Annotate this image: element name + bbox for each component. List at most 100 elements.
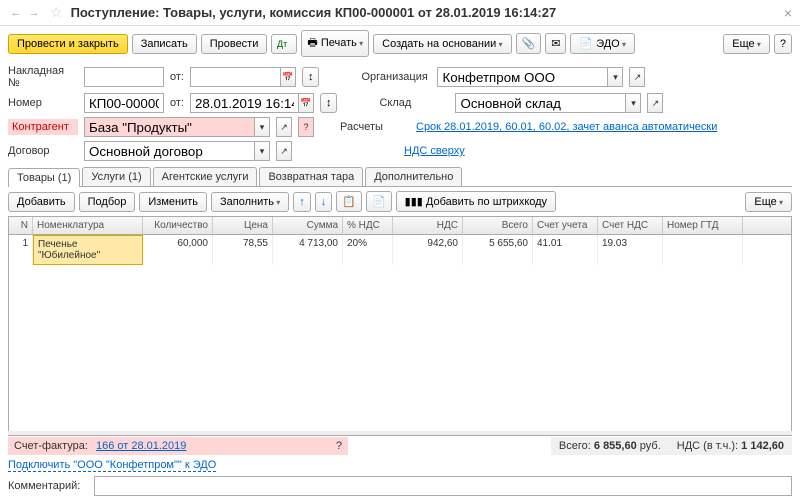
dt-kt-button[interactable]: Дт [271,34,297,54]
col-n[interactable]: N [9,217,33,234]
table-row[interactable]: 1 Печенье "Юбилейное" 60,000 78,55 4 713… [9,235,791,265]
col-nomenclature[interactable]: Номенклатура [33,217,143,234]
from-label-1: от: [170,71,184,83]
vat-total-value: 1 142,60 [741,440,784,452]
open-warehouse-button[interactable]: ↗ [647,93,663,113]
cell-nomenclature[interactable]: Печенье "Юбилейное" [33,235,143,265]
col-price[interactable]: Цена [213,217,273,234]
cell-n: 1 [9,235,33,265]
help-button[interactable]: ? [774,34,792,54]
add-barcode-button[interactable]: ▮▮▮ Добавить по штрихкоду [396,191,556,212]
calc-link[interactable]: Срок 28.01.2019, 60.01, 60.02, зачет ава… [416,121,717,133]
invoice-sf-label: Счет-фактура: [14,440,88,452]
org-input[interactable] [437,67,607,87]
attach-button[interactable]: 📎 [516,33,542,54]
edit-row-button[interactable]: Изменить [139,192,207,212]
tab-agent[interactable]: Агентские услуги [153,167,258,186]
dropdown-icon-3[interactable]: ▾ [254,117,270,137]
invoice-sf-link[interactable]: 166 от 28.01.2019 [96,440,186,452]
cell-account[interactable]: 41.01 [533,235,598,265]
create-based-button[interactable]: Создать на основании [373,34,511,54]
warehouse-label: Склад [379,97,449,109]
dropdown-icon-2[interactable]: ▾ [625,93,641,113]
calc-label: Расчеты [340,121,410,133]
invoice-help-icon[interactable]: ? [336,440,342,452]
cell-sum[interactable]: 4 713,00 [273,235,343,265]
grid-header: N Номенклатура Количество Цена Сумма % Н… [9,217,791,235]
counterparty-input[interactable] [84,117,254,137]
cell-vat-account[interactable]: 19.03 [598,235,663,265]
tab-returnable[interactable]: Возвратная тара [259,167,363,186]
fill-button[interactable]: Заполнить [211,192,289,212]
total-label: Всего: [559,440,591,452]
post-button[interactable]: Провести [201,34,268,54]
open-org-button[interactable]: ↗ [629,67,645,87]
window-title: Поступление: Товары, услуги, комиссия КП… [71,5,784,20]
contract-label: Договор [8,145,78,157]
expand-button-2[interactable]: ↕ [320,93,338,113]
tab-goods[interactable]: Товары (1) [8,168,80,187]
grid-more-button[interactable]: Еще [745,192,792,212]
cell-qty[interactable]: 60,000 [143,235,213,265]
dropdown-icon-4[interactable]: ▾ [254,141,270,161]
mail-button[interactable]: ✉ [545,33,566,54]
invoice-no-label: Накладная № [8,65,78,89]
number-input[interactable] [84,93,164,113]
currency: руб. [640,440,661,452]
cell-price[interactable]: 78,55 [213,235,273,265]
col-vat[interactable]: % НДС [343,217,393,234]
add-row-button[interactable]: Добавить [8,192,75,212]
tabs: Товары (1) Услуги (1) Агентские услуги В… [8,167,792,187]
calendar-icon-2[interactable]: 📅 [298,93,314,113]
cell-total[interactable]: 5 655,60 [463,235,533,265]
contract-input[interactable] [84,141,254,161]
date-input[interactable] [190,93,298,113]
print-button[interactable]: 🖶 Печать [301,30,369,57]
pick-button[interactable]: Подбор [79,192,136,212]
edo-button[interactable]: 📄 ЭДО [570,33,635,54]
nav-back-icon[interactable]: ← [8,5,24,21]
expand-button-1[interactable]: ↕ [302,67,320,87]
more-button[interactable]: Еще [723,34,770,54]
cell-vat[interactable]: 20% [343,235,393,265]
comment-input[interactable] [94,476,792,496]
col-sum[interactable]: Сумма [273,217,343,234]
col-vat-amount[interactable]: НДС [393,217,463,234]
calendar-icon[interactable]: 📅 [280,67,296,87]
total-value: 6 855,60 [594,440,637,452]
copy-button[interactable]: 📋 [336,191,362,212]
col-account[interactable]: Счет учета [533,217,598,234]
svg-text:Дт: Дт [277,39,287,49]
open-contract-button[interactable]: ↗ [276,141,292,161]
org-label: Организация [361,71,431,83]
goods-grid: N Номенклатура Количество Цена Сумма % Н… [8,216,792,436]
move-up-button[interactable]: ↑ [293,192,311,212]
tab-additional[interactable]: Дополнительно [365,167,462,186]
move-down-button[interactable]: ↓ [315,192,333,212]
cell-gtd[interactable] [663,235,743,265]
col-gtd[interactable]: Номер ГТД [663,217,743,234]
col-total[interactable]: Всего [463,217,533,234]
paste-button[interactable]: 📄 [366,191,392,212]
col-qty[interactable]: Количество [143,217,213,234]
vat-link[interactable]: НДС сверху [404,145,465,157]
tab-services[interactable]: Услуги (1) [82,167,150,186]
write-button[interactable]: Записать [132,34,197,54]
comment-label: Комментарий: [8,480,88,492]
col-vat-account[interactable]: Счет НДС [598,217,663,234]
counterparty-help-button[interactable]: ? [298,117,314,137]
invoice-no-input[interactable] [84,67,164,87]
close-icon[interactable]: × [784,5,792,21]
from-label-2: от: [170,97,184,109]
open-counterparty-button[interactable]: ↗ [276,117,292,137]
warehouse-input[interactable] [455,93,625,113]
nav-forward-icon[interactable]: → [26,5,42,21]
cell-vat-amount[interactable]: 942,60 [393,235,463,265]
post-and-close-button[interactable]: Провести и закрыть [8,34,128,54]
invoice-date-input[interactable] [190,67,280,87]
grid-body[interactable]: 1 Печенье "Юбилейное" 60,000 78,55 4 713… [9,235,791,435]
connect-edo-link[interactable]: Подключить "ООО "Конфетпром"" к ЭДО [8,459,216,472]
dropdown-icon[interactable]: ▾ [607,67,623,87]
favorite-icon[interactable]: ☆ [50,4,63,21]
counterparty-label: Контрагент [8,119,78,135]
